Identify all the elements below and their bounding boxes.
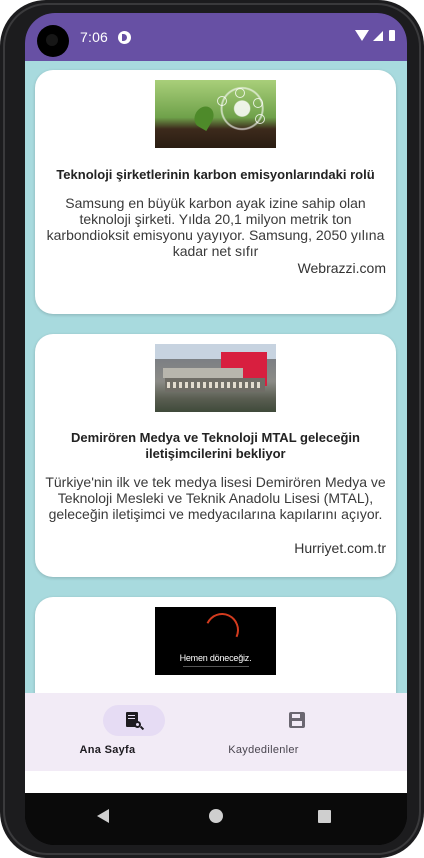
screen: 7:06 Teknoloji şirketlerinin karbon emis…: [25, 13, 407, 845]
news-card[interactable]: Teknoloji şirketlerinin karbon emisyonla…: [35, 70, 396, 314]
home-icon[interactable]: [209, 809, 223, 823]
nav-item-saved[interactable]: Kaydedilenler: [216, 693, 407, 771]
article-title: Teknoloji şirketlerinin karbon emisyonla…: [56, 167, 375, 182]
image-caption-text: Hemen döneceğiz.: [179, 653, 252, 663]
dark-teaser-image: Hemen döneceğiz.: [155, 607, 276, 675]
eco-node-graphic: [217, 96, 227, 106]
news-card[interactable]: Demirören Medya ve Teknoloji MTAL gelece…: [35, 334, 396, 577]
status-bar: 7:06: [25, 13, 407, 61]
gesture-spacer: [25, 771, 407, 793]
article-source: Webrazzi.com: [297, 260, 386, 276]
logo-arc-graphic: [200, 608, 244, 652]
sprout-graphic: [190, 102, 218, 132]
cellular-signal-icon: [373, 31, 383, 41]
article-summary: Samsung en büyük karbon ayak izine sahip…: [46, 195, 385, 259]
document-search-icon: [125, 712, 145, 731]
news-card[interactable]: Hemen döneceğiz.: [35, 597, 396, 693]
eco-node-graphic: [253, 98, 263, 108]
building-windows-graphic: [167, 382, 263, 388]
news-feed[interactable]: Teknoloji şirketlerinin karbon emisyonla…: [25, 61, 407, 693]
back-icon[interactable]: [97, 809, 109, 823]
recents-icon[interactable]: [318, 810, 331, 823]
eco-node-graphic: [235, 88, 245, 98]
eco-node-graphic: [255, 114, 265, 124]
app-notification-icon: [118, 31, 131, 44]
status-time: 7:06: [80, 29, 109, 45]
nav-item-home[interactable]: Ana Sayfa: [25, 693, 216, 771]
device-frame: 7:06 Teknoloji şirketlerinin karbon emis…: [0, 0, 424, 858]
battery-icon: [389, 30, 395, 41]
save-icon: [288, 712, 306, 730]
front-camera: [37, 25, 69, 57]
wifi-icon: [355, 30, 369, 41]
system-navigation-bar: [25, 793, 407, 845]
media-building-image: [155, 344, 276, 412]
article-source: Hurriyet.com.tr: [294, 540, 386, 556]
image-fine-print: [183, 666, 249, 667]
building-roof-graphic: [163, 368, 243, 378]
article-summary: Türkiye'nin ilk ve tek medya lisesi Demi…: [45, 474, 386, 522]
bottom-navigation: Ana Sayfa Kaydedilenler: [25, 693, 407, 771]
carbon-emission-plant-image: [155, 80, 276, 148]
nav-label-saved: Kaydedilenler: [228, 744, 299, 756]
article-title: Demirören Medya ve Teknoloji MTAL gelece…: [71, 430, 360, 461]
